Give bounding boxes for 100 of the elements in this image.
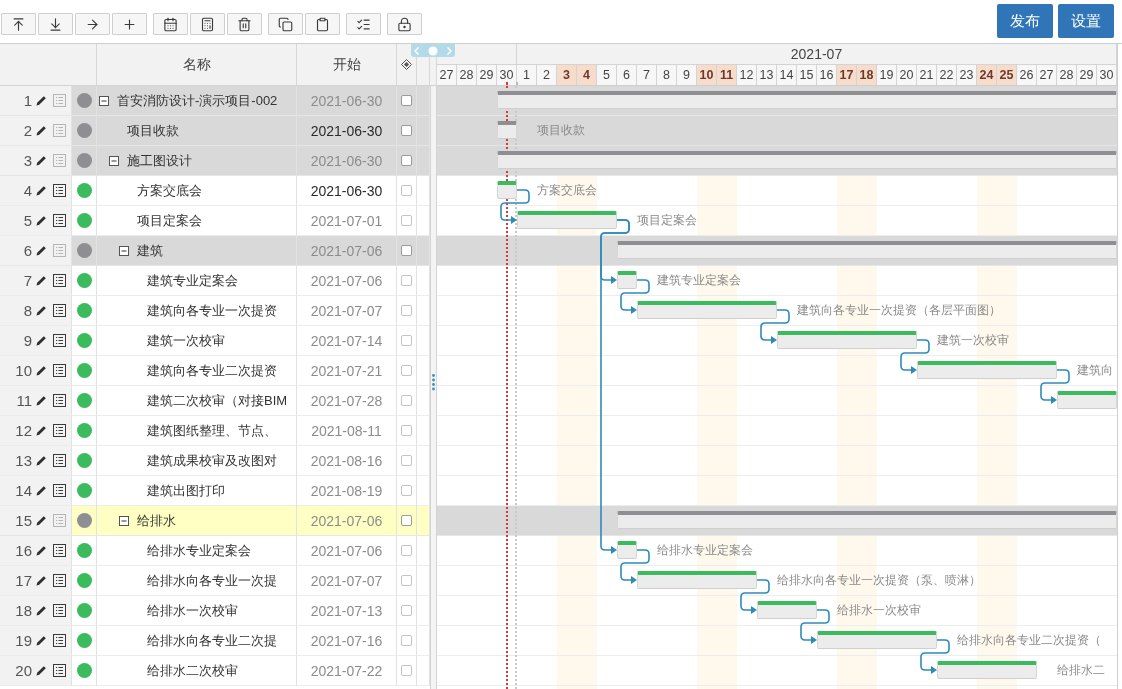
pencil-icon[interactable] bbox=[36, 665, 47, 676]
pencil-icon[interactable] bbox=[36, 605, 47, 616]
pencil-icon[interactable] bbox=[36, 305, 47, 316]
list-icon[interactable] bbox=[53, 634, 66, 647]
pencil-icon[interactable] bbox=[36, 575, 47, 586]
checkbox[interactable] bbox=[401, 215, 412, 226]
checkbox[interactable] bbox=[401, 185, 412, 196]
checkbox[interactable] bbox=[401, 665, 412, 676]
table-row[interactable]: 6 建筑 2021-07-06 bbox=[0, 236, 430, 266]
table-row[interactable]: 15 给排水 2021-07-06 bbox=[0, 506, 430, 536]
table-row[interactable]: 17 给排水向各专业一次提 2021-07-07 bbox=[0, 566, 430, 596]
pencil-icon[interactable] bbox=[36, 395, 47, 406]
summary-bar[interactable] bbox=[497, 151, 1117, 169]
list-icon[interactable] bbox=[53, 274, 66, 287]
minus-square-icon[interactable] bbox=[109, 155, 119, 166]
list-icon[interactable] bbox=[53, 304, 66, 317]
checkbox[interactable] bbox=[401, 365, 412, 376]
minus-square-icon[interactable] bbox=[119, 245, 129, 256]
pencil-icon[interactable] bbox=[36, 95, 47, 106]
pencil-icon[interactable] bbox=[36, 245, 47, 256]
table-row[interactable]: 14 建筑出图打印 2021-08-19 bbox=[0, 476, 430, 506]
drag-handle-icon[interactable] bbox=[432, 374, 435, 391]
panel-toggle-button[interactable] bbox=[411, 44, 455, 57]
table-row[interactable]: 11 建筑二次校审（对接BIM 2021-07-28 bbox=[0, 386, 430, 416]
action-button[interactable]: 发布 bbox=[997, 4, 1053, 38]
checkbox[interactable] bbox=[401, 335, 412, 346]
toolbar-button[interactable] bbox=[387, 13, 422, 35]
toolbar-button[interactable] bbox=[305, 13, 340, 35]
table-row[interactable]: 19 给排水向各专业二次提 2021-07-16 bbox=[0, 626, 430, 656]
checkbox[interactable] bbox=[401, 515, 412, 526]
pencil-icon[interactable] bbox=[36, 335, 47, 346]
toolbar-button[interactable] bbox=[346, 13, 381, 35]
list-icon[interactable] bbox=[53, 214, 66, 227]
minus-square-icon[interactable] bbox=[119, 515, 129, 526]
pencil-icon[interactable] bbox=[36, 425, 47, 436]
checkbox[interactable] bbox=[401, 635, 412, 646]
table-row[interactable]: 18 给排水一次校审 2021-07-13 bbox=[0, 596, 430, 626]
pencil-icon[interactable] bbox=[36, 485, 47, 496]
column-header[interactable]: 名称 bbox=[182, 55, 211, 74]
toolbar-button[interactable] bbox=[75, 13, 110, 35]
pencil-icon[interactable] bbox=[36, 215, 47, 226]
summary-bar[interactable] bbox=[497, 91, 1117, 109]
checkbox[interactable] bbox=[401, 455, 412, 466]
task-bar[interactable] bbox=[497, 121, 517, 139]
list-icon[interactable] bbox=[53, 664, 66, 677]
column-header[interactable]: 开始 bbox=[332, 55, 361, 74]
checkbox[interactable] bbox=[401, 485, 412, 496]
toolbar-button[interactable] bbox=[153, 13, 188, 35]
checkbox[interactable] bbox=[401, 545, 412, 556]
pencil-icon[interactable] bbox=[36, 515, 47, 526]
pencil-icon[interactable] bbox=[36, 635, 47, 646]
list-icon[interactable] bbox=[53, 394, 66, 407]
pencil-icon[interactable] bbox=[36, 125, 47, 136]
summary-bar[interactable] bbox=[617, 241, 1117, 259]
list-icon[interactable] bbox=[53, 424, 66, 437]
table-row[interactable]: 4 方案交底会 2021-06-30 bbox=[0, 176, 430, 206]
list-icon[interactable] bbox=[53, 544, 66, 557]
checkbox[interactable] bbox=[401, 395, 412, 406]
checkbox[interactable] bbox=[401, 425, 412, 436]
pencil-icon[interactable] bbox=[36, 455, 47, 466]
list-icon[interactable] bbox=[53, 364, 66, 377]
table-row[interactable]: 5 项目定案会 2021-07-01 bbox=[0, 206, 430, 236]
pencil-icon[interactable] bbox=[36, 185, 47, 196]
table-row[interactable]: 1 首安消防设计-演示项目-002 2021-06-30 bbox=[0, 86, 430, 116]
toolbar-button[interactable] bbox=[38, 13, 73, 35]
pencil-icon[interactable] bbox=[36, 365, 47, 376]
table-row[interactable]: 9 建筑一次校审 2021-07-14 bbox=[0, 326, 430, 356]
summary-bar[interactable] bbox=[617, 511, 1117, 529]
list-icon[interactable] bbox=[53, 574, 66, 587]
table-row[interactable]: 7 建筑专业定案会 2021-07-06 bbox=[0, 266, 430, 296]
toolbar-button[interactable] bbox=[190, 13, 225, 35]
table-row[interactable]: 16 给排水专业定案会 2021-07-06 bbox=[0, 536, 430, 566]
checkbox[interactable] bbox=[401, 245, 412, 256]
table-row[interactable]: 20 给排水二次校审 2021-07-22 bbox=[0, 656, 430, 686]
checkbox[interactable] bbox=[401, 275, 412, 286]
checkbox[interactable] bbox=[401, 605, 412, 616]
table-row[interactable]: 2 项目收款 2021-06-30 bbox=[0, 116, 430, 146]
table-row[interactable]: 13 建筑成果校审及改图对 2021-08-16 bbox=[0, 446, 430, 476]
list-icon[interactable] bbox=[53, 334, 66, 347]
toolbar-button[interactable] bbox=[1, 13, 36, 35]
table-row[interactable]: 12 建筑图纸整理、节点、 2021-08-11 bbox=[0, 416, 430, 446]
checkbox[interactable] bbox=[401, 155, 412, 166]
list-icon[interactable] bbox=[53, 484, 66, 497]
pencil-icon[interactable] bbox=[36, 155, 47, 166]
toolbar-button[interactable] bbox=[227, 13, 262, 35]
checkbox[interactable] bbox=[401, 305, 412, 316]
toolbar-button[interactable] bbox=[112, 13, 147, 35]
table-row[interactable]: 10 建筑向各专业二次提资 2021-07-21 bbox=[0, 356, 430, 386]
action-button[interactable]: 设置 bbox=[1058, 4, 1114, 38]
checkbox[interactable] bbox=[401, 125, 412, 136]
list-icon[interactable] bbox=[53, 604, 66, 617]
pencil-icon[interactable] bbox=[36, 275, 47, 286]
list-icon[interactable] bbox=[53, 184, 66, 197]
toolbar-button[interactable] bbox=[268, 13, 303, 35]
table-row[interactable]: 3 施工图设计 2021-06-30 bbox=[0, 146, 430, 176]
table-row[interactable]: 8 建筑向各专业一次提资 2021-07-07 bbox=[0, 296, 430, 326]
list-icon[interactable] bbox=[53, 454, 66, 467]
pencil-icon[interactable] bbox=[36, 545, 47, 556]
minus-square-icon[interactable] bbox=[99, 95, 109, 106]
checkbox[interactable] bbox=[401, 95, 412, 106]
